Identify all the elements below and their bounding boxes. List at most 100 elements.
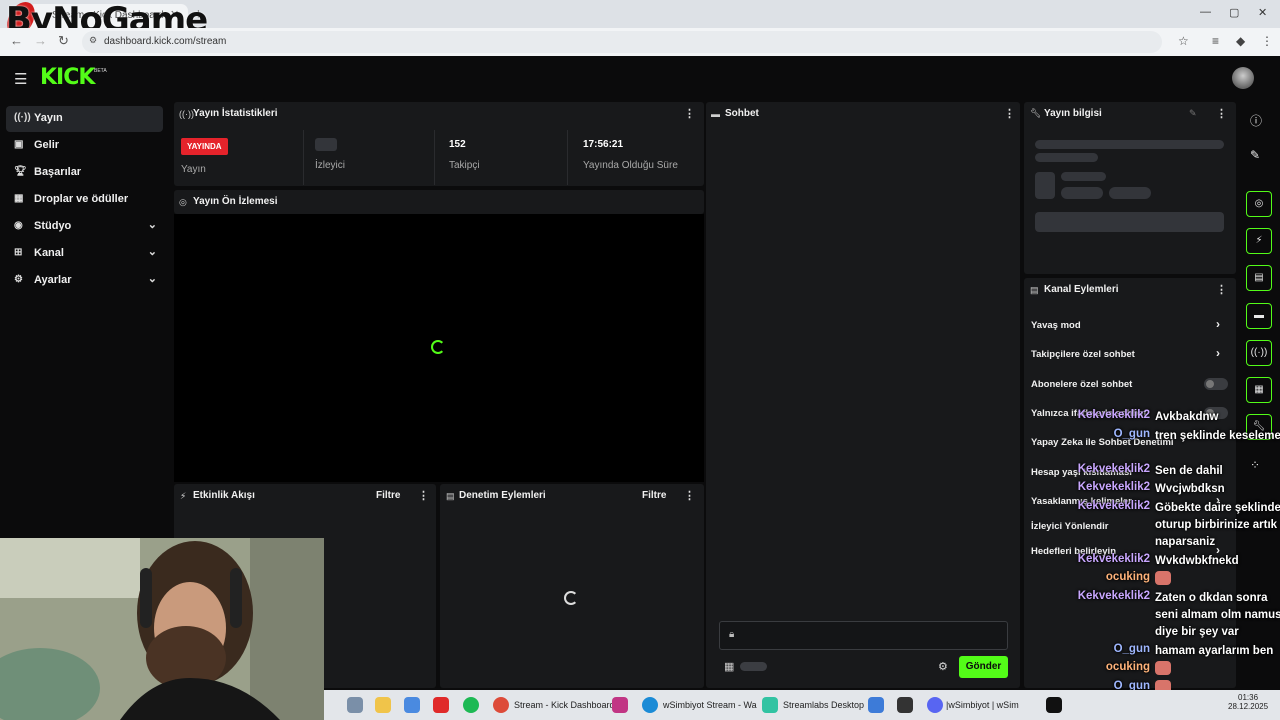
webcam-feed (0, 538, 324, 720)
sidebar-item-label: Yayın (34, 112, 63, 124)
activity-menu-icon[interactable]: ⋮ (418, 489, 429, 502)
action-followers-only[interactable]: Takipçilere özel sohbet (1031, 349, 1135, 360)
lightning-icon: ⚡︎ (1255, 235, 1263, 246)
moderation-filter-button[interactable]: Filtre (642, 490, 666, 501)
rail-studio-button[interactable]: ◎ (1246, 191, 1272, 217)
extension-icon[interactable]: ◆ (1236, 34, 1245, 48)
edit-icon[interactable]: ✎ (1189, 108, 1197, 119)
stat-value: 152 (449, 139, 466, 150)
maximize-icon[interactable]: ▢ (1229, 6, 1239, 19)
youtube-icon[interactable] (433, 697, 449, 713)
sidebar-item-ayarlar[interactable]: ⚙ Ayarlar ⌄ (6, 268, 163, 294)
stat-label: İzleyici (315, 160, 346, 171)
chat-panel (706, 102, 1020, 688)
overlay-chat-username: Kekvekeklik2 (1077, 481, 1150, 493)
activity-filter-button[interactable]: Filtre (376, 490, 400, 501)
tiktok-icon[interactable] (1046, 697, 1062, 713)
sidebar-item-label: Gelir (34, 139, 60, 151)
rail-channel-actions-button[interactable]: ▦ (1246, 377, 1272, 403)
emote-icon (1155, 571, 1171, 585)
chevron-right-icon[interactable]: › (1216, 346, 1220, 360)
chat-input[interactable] (719, 621, 1008, 650)
app-icon[interactable] (868, 697, 884, 713)
overlay-chat-message: Zaten o dkdan sonra seni almam olm namus… (1155, 592, 1280, 638)
capcut-icon[interactable] (897, 697, 913, 713)
taskbar-item-label[interactable]: |wSimbiyot | wSim (946, 700, 1019, 710)
gear-icon: ⚙ (14, 274, 23, 285)
chat-settings-icon[interactable]: ⚙ (938, 660, 948, 673)
moderation-menu-icon[interactable]: ⋮ (684, 489, 695, 502)
overlay-chat-message: hamam ayarlarım ben (1155, 645, 1274, 657)
sidebar-item-kanal[interactable]: ⊞ Kanal ⌄ (6, 241, 163, 267)
info-icon[interactable]: ⓘ (1250, 112, 1262, 129)
sidebar-item-yayin[interactable]: ((·)) Yayın (6, 106, 163, 132)
minimize-icon[interactable]: — (1200, 6, 1211, 18)
file-explorer-icon[interactable] (375, 697, 391, 713)
moderation-icon: ▤ (446, 491, 455, 501)
chevron-down-icon: ⌄ (147, 246, 157, 258)
reading-list-icon[interactable]: ≡ (1212, 34, 1219, 48)
store-icon[interactable]: ▦ (724, 660, 734, 673)
menu-icon[interactable]: ☰ (14, 70, 27, 88)
wrench-icon: 🔧︎ (1030, 108, 1042, 118)
rail-moderation-button[interactable]: ▤ (1246, 265, 1272, 291)
loading-spinner (564, 591, 578, 605)
app-header (0, 58, 1280, 98)
edit-icon[interactable]: ✎ (1250, 148, 1260, 162)
back-icon[interactable]: ← (10, 33, 23, 48)
kick-logo[interactable]: KICK (40, 65, 95, 90)
moderation-title: Denetim Eylemleri (459, 490, 546, 501)
chevron-down-icon: ⌄ (147, 219, 157, 231)
webcam-image (0, 538, 324, 720)
instagram-icon[interactable] (612, 697, 628, 713)
skeleton-line (1035, 140, 1224, 149)
sidebar-item-basarilar[interactable]: 🏆︎ Başarılar (6, 160, 163, 186)
preview-icon: ◎ (179, 197, 187, 207)
taskbar-item-label[interactable]: wSimbiyot Stream - Wa (663, 700, 757, 710)
url-field[interactable]: dashboard.kick.com/stream (82, 31, 1162, 53)
sidebar-item-label: Droplar ve ödüller (34, 193, 129, 205)
subscribers-only-toggle[interactable] (1204, 378, 1228, 390)
rail-chat-button[interactable]: ▬ (1246, 303, 1272, 329)
rail-lightning-button[interactable]: ⚡︎ (1246, 228, 1272, 254)
lock-icon: 🔒︎ (729, 629, 735, 640)
task-view-icon[interactable] (347, 697, 363, 713)
stat-value: 17:56:21 (583, 139, 624, 150)
site-info-icon[interactable]: ⚙ (89, 35, 97, 46)
sidebar-item-gelir[interactable]: ▣ Gelir (6, 133, 163, 159)
studio-icon: ◉ (14, 220, 23, 231)
overlay-chat-username: Kekvekeklik2 (1077, 409, 1150, 421)
stat-label: Yayın (181, 164, 206, 175)
overlay-chat-username: Kekvekeklik2 (1077, 463, 1150, 475)
sidebar-item-studyo[interactable]: ◉ Stüdyo ⌄ (6, 214, 163, 240)
spotify-icon[interactable] (463, 697, 479, 713)
reload-icon[interactable]: ↻ (58, 33, 69, 49)
edge-icon[interactable] (642, 697, 658, 713)
rail-broadcast-button[interactable]: ((·)) (1246, 340, 1272, 366)
beta-label: BETA (94, 68, 107, 74)
stats-menu-icon[interactable]: ⋮ (684, 107, 695, 120)
lightning-icon: ⚡︎ (180, 491, 187, 501)
chevron-right-icon[interactable]: › (1216, 317, 1220, 331)
close-window-icon[interactable]: ✕ (1258, 6, 1267, 19)
drops-icon: ▦ (14, 193, 24, 204)
action-slow-mode[interactable]: Yavaş mod (1031, 320, 1081, 331)
bookmark-star-icon[interactable]: ☆ (1178, 34, 1189, 48)
overlay-chat-message: tren şeklinde keseleme (1155, 430, 1280, 442)
store-icon[interactable] (404, 697, 420, 713)
avatar[interactable] (1232, 67, 1254, 89)
chrome-icon[interactable] (493, 697, 509, 713)
forward-icon[interactable]: → (34, 33, 47, 48)
action-host[interactable]: İzleyici Yönlendir (1031, 521, 1108, 532)
streamlabs-icon[interactable] (762, 697, 778, 713)
browser-menu-icon[interactable]: ⋮ (1261, 34, 1273, 48)
channel-actions-menu-icon[interactable]: ⋮ (1216, 283, 1227, 296)
moderation-panel (440, 484, 704, 688)
taskbar-item-label[interactable]: Streamlabs Desktop (783, 700, 864, 710)
info-menu-icon[interactable]: ⋮ (1216, 107, 1227, 120)
overlay-chat-message: Avkbakdnw (1155, 411, 1219, 423)
discord-icon[interactable] (927, 697, 943, 713)
sidebar-item-droplar[interactable]: ▦ Droplar ve ödüller (6, 187, 163, 213)
taskbar-item-label[interactable]: Stream - Kick Dashboard (514, 700, 615, 710)
chat-menu-icon[interactable]: ⋮ (1004, 107, 1015, 120)
